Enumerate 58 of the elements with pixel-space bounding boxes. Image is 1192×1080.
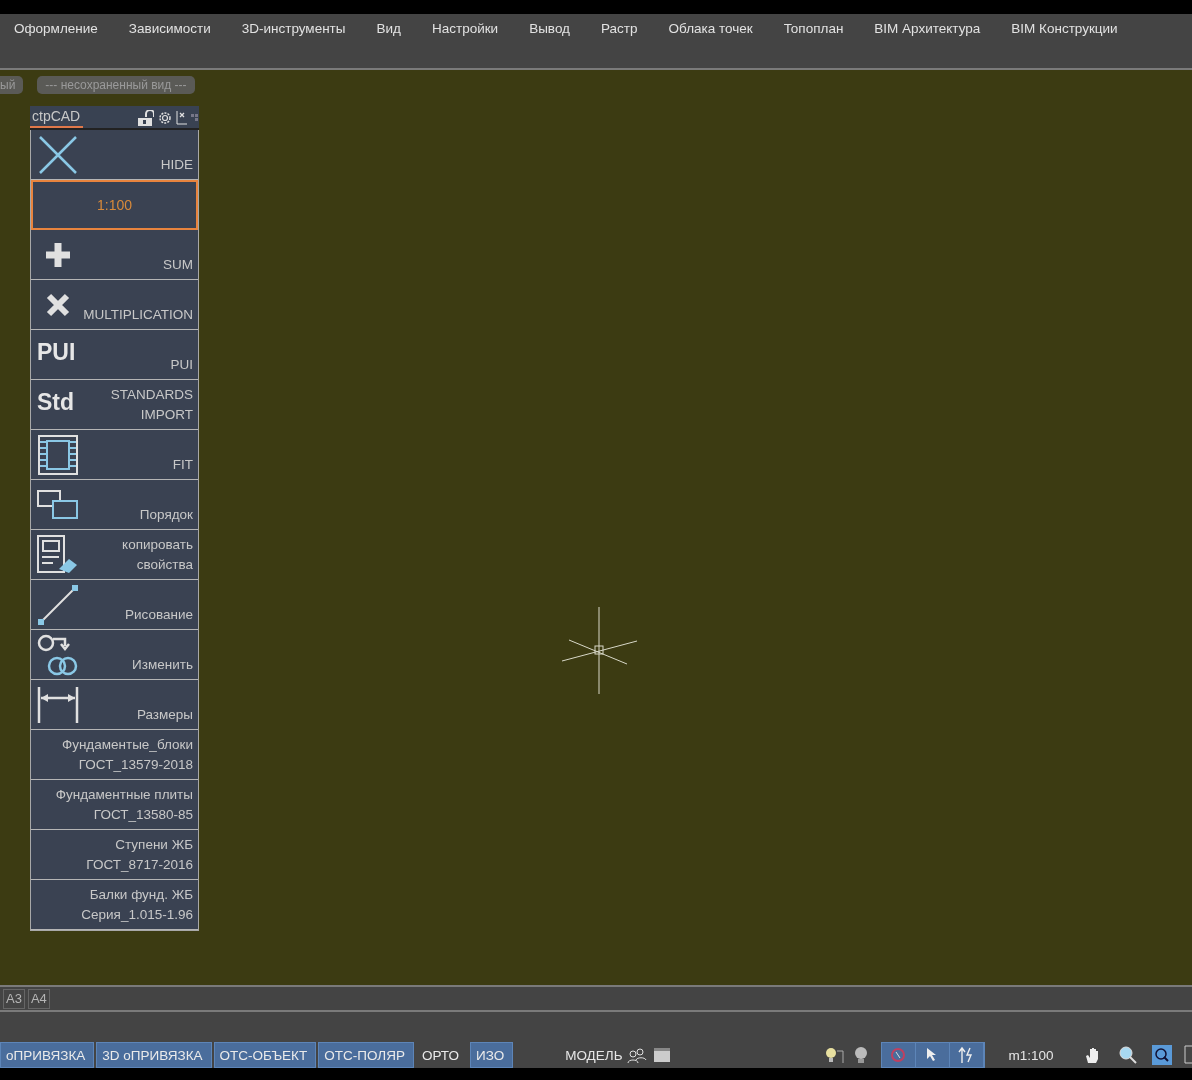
settings-icon[interactable] — [157, 110, 173, 126]
menu-item[interactable]: BIM Архитектура — [874, 21, 981, 37]
palette-tool[interactable]: Фундаментые_блоки ГОСТ_13579-2018 — [31, 730, 198, 780]
close-icon[interactable] — [176, 111, 188, 125]
tool-glyph: PUI — [37, 339, 76, 366]
properties-brush-icon — [37, 535, 79, 575]
people-icon[interactable] — [626, 1046, 647, 1064]
window-icon[interactable] — [652, 1047, 671, 1063]
layout-tab[interactable]: A3 — [3, 989, 25, 1009]
menu-item[interactable]: 3D-инструменты — [241, 21, 346, 37]
menu-item[interactable]: Настройки — [431, 21, 499, 37]
multiply-icon — [46, 293, 70, 317]
palette-tool[interactable]: MULTIPLICATION — [31, 280, 198, 330]
menu-item[interactable]: Вывод — [529, 21, 570, 37]
status-toggle[interactable]: ИЗО — [469, 1042, 514, 1068]
lock-icon[interactable] — [138, 110, 154, 126]
menu-item[interactable]: Топоплан — [783, 21, 844, 37]
menu-item[interactable]: Облака точек — [668, 21, 753, 37]
circles-icon — [37, 634, 79, 676]
search-icon[interactable] — [1151, 1045, 1172, 1065]
menu-item[interactable]: Оформление — [14, 21, 98, 37]
status-toggle[interactable]: оПРИВЯЗКА — [0, 1042, 95, 1068]
status-toggle[interactable]: ОРТО — [415, 1042, 468, 1068]
plus-icon — [44, 241, 72, 269]
palette-tool[interactable]: Std STANDARDS IMPORT — [31, 380, 198, 430]
palette-tool[interactable]: Порядок — [31, 480, 198, 530]
status-toggle[interactable]: ОТС-ОБЪЕКТ — [213, 1042, 317, 1068]
menu-item[interactable]: BIM Конструкции — [1011, 21, 1118, 37]
film-frame-icon — [38, 435, 78, 475]
grip-icon[interactable] — [191, 114, 199, 122]
menu-item[interactable]: Вид — [376, 21, 401, 37]
palette-tool[interactable]: Ступени ЖБ ГОСТ_8717-2016 — [31, 830, 198, 880]
palette-tool[interactable]: Изменить — [31, 630, 198, 680]
palette-tool[interactable]: HIDE — [31, 130, 198, 180]
overlapping-rectangles-icon — [37, 490, 79, 520]
menu-item[interactable]: Растр — [601, 21, 638, 37]
status-toggle[interactable]: 3D оПРИВЯЗКА — [96, 1042, 212, 1068]
palette-tool[interactable]: PUI PUI — [31, 330, 198, 380]
dimension-icon — [37, 686, 79, 724]
layout-tab[interactable]: A4 — [27, 989, 50, 1009]
palette-tool[interactable]: Размеры — [31, 680, 198, 730]
line-icon — [37, 584, 79, 626]
tool-glyph: Std — [37, 389, 75, 416]
palette-tool[interactable]: Балки фунд. ЖБ Серия_1.015-1.96 — [31, 880, 198, 930]
status-toggle[interactable]: ОТС-ПОЛЯР — [318, 1042, 414, 1068]
palette-tool[interactable]: FIT — [31, 430, 198, 480]
menu-item[interactable]: Зависимости — [128, 21, 211, 37]
palette-tab[interactable]: ctpCAD — [30, 107, 84, 128]
palette-tool[interactable]: Фундаментные плиты ГОСТ_13580-85 — [31, 780, 198, 830]
bulb-icon[interactable] — [852, 1045, 869, 1065]
zoom-icon[interactable] — [1117, 1045, 1138, 1065]
model-space-label[interactable]: МОДЕЛЬ — [565, 1042, 623, 1068]
palette-tool[interactable]: копировать свойства — [31, 530, 198, 580]
palette-tool[interactable]: 1:100 — [31, 180, 198, 230]
crosshair-cursor-icon — [561, 606, 638, 695]
palette-tool[interactable]: Рисование — [31, 580, 198, 630]
annotation-scale[interactable]: m1:100 — [1008, 1042, 1054, 1068]
palette-tool[interactable]: SUM — [31, 230, 198, 280]
